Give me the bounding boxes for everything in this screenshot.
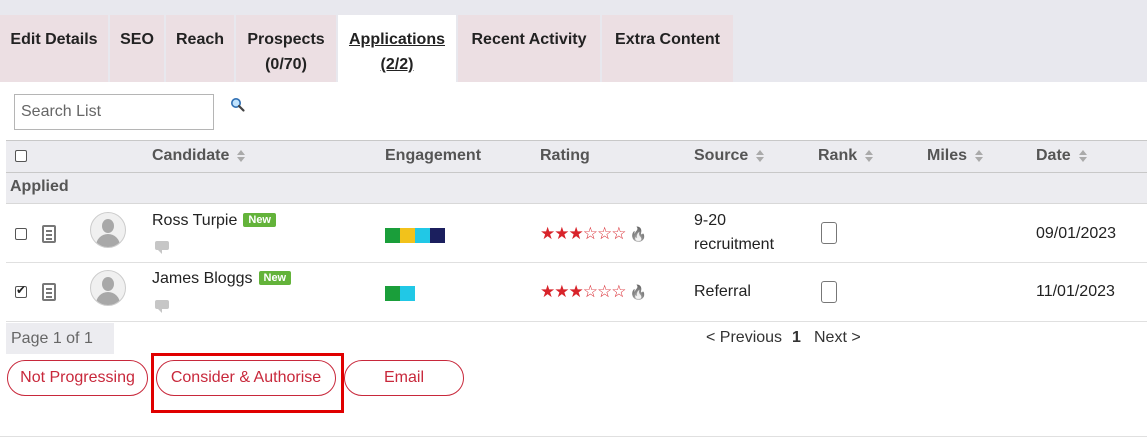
- column-label: Rating: [540, 147, 590, 164]
- tab-extra-content[interactable]: Extra Content: [602, 15, 733, 82]
- tab-recent-activity[interactable]: Recent Activity: [458, 15, 600, 82]
- table-row[interactable]: James BloggsNew ★★★☆☆☆🔥 Referral 11/01/2…: [6, 263, 1147, 322]
- tab-label: Edit Details: [10, 31, 98, 48]
- page-info: Page 1 of 1: [6, 323, 114, 354]
- column-label: Miles: [927, 147, 968, 164]
- tab-count: (0/70): [265, 56, 307, 73]
- previous-page-link[interactable]: < Previous: [706, 329, 782, 347]
- comment-icon[interactable]: [155, 241, 169, 254]
- column-date[interactable]: Date: [1036, 147, 1087, 165]
- row-checkbox[interactable]: [15, 283, 27, 298]
- table-row[interactable]: Ross Turpie New ★★★☆☆☆ 🔥 9-20 recruitment …: [6, 204, 1147, 263]
- tab-label: Extra Content: [615, 31, 720, 48]
- star-empty-icon[interactable]: ☆: [583, 224, 598, 243]
- engagement-block: [415, 228, 430, 243]
- tab-label: Applications: [348, 31, 445, 48]
- avatar: [90, 212, 126, 248]
- rank-input[interactable]: [821, 222, 837, 244]
- star-filled-icon[interactable]: ★: [569, 224, 584, 243]
- star-empty-icon[interactable]: ☆: [597, 224, 612, 243]
- candidate-name-text: James Bloggs: [152, 270, 253, 287]
- group-label: Applied: [10, 178, 69, 195]
- candidate-name[interactable]: James Bloggs New: [152, 270, 292, 288]
- table-header: Candidate Engagement Rating Source Rank …: [6, 140, 1147, 173]
- sort-icon: [237, 149, 246, 162]
- tab-label: SEO: [120, 31, 154, 48]
- column-source[interactable]: Source: [694, 147, 765, 165]
- sort-icon: [756, 149, 765, 162]
- column-label: Source: [694, 147, 749, 164]
- tab-label: Recent Activity: [471, 31, 587, 48]
- new-badge: New: [243, 213, 276, 227]
- star-empty-icon[interactable]: ☆: [597, 282, 612, 301]
- tab-count: (2/2): [380, 56, 414, 73]
- select-all-checkbox[interactable]: [15, 150, 27, 162]
- column-rating: Rating: [540, 147, 590, 165]
- search-icon[interactable]: [230, 97, 246, 113]
- flame-icon[interactable]: 🔥: [630, 226, 647, 242]
- rank-input[interactable]: [821, 281, 837, 303]
- engagement-block: [385, 228, 400, 243]
- tab-applications[interactable]: Applications (2/2): [338, 15, 456, 82]
- date-text: 11/01/2023: [1036, 283, 1115, 300]
- column-miles[interactable]: Miles: [927, 147, 984, 165]
- engagement-block: [430, 228, 445, 243]
- engagement-block: [385, 286, 400, 301]
- divider: [0, 436, 1147, 437]
- comment-icon[interactable]: [155, 300, 169, 313]
- date-text: 09/01/2023: [1036, 225, 1117, 242]
- highlight-box: [151, 353, 344, 413]
- engagement-indicator: [385, 286, 415, 301]
- flame-icon[interactable]: 🔥: [630, 284, 647, 300]
- document-icon[interactable]: [42, 225, 56, 243]
- column-candidate[interactable]: Candidate: [152, 147, 246, 165]
- tab-reach[interactable]: Reach: [166, 15, 234, 82]
- tab-bar: Edit Details SEO Reach Prospects (0/70) A…: [0, 0, 1147, 82]
- sort-icon: [865, 149, 874, 162]
- candidate-name-text: Ross Turpie: [152, 212, 238, 229]
- star-filled-icon[interactable]: ★: [540, 282, 555, 301]
- tab-seo[interactable]: SEO: [110, 15, 164, 82]
- source-text: 9-20 recruitment: [694, 212, 775, 253]
- candidate-name[interactable]: Ross Turpie New: [152, 212, 276, 230]
- tab-label: Prospects: [247, 31, 325, 48]
- row-checkbox[interactable]: [15, 228, 27, 240]
- source-text: Referral: [694, 283, 751, 300]
- star-filled-icon[interactable]: ★: [554, 282, 569, 301]
- column-label: Rank: [818, 147, 858, 164]
- next-page-link[interactable]: Next >: [814, 329, 861, 347]
- document-icon[interactable]: [42, 283, 56, 301]
- sort-icon: [1078, 149, 1087, 162]
- star-empty-icon[interactable]: ☆: [583, 282, 598, 301]
- column-rank[interactable]: Rank: [818, 147, 874, 165]
- star-empty-icon[interactable]: ☆: [611, 224, 626, 243]
- column-label: Candidate: [152, 147, 230, 164]
- rating-stars[interactable]: ★★★☆☆☆ 🔥: [540, 282, 647, 302]
- engagement-indicator: [385, 228, 445, 243]
- avatar: [90, 270, 126, 306]
- tab-edit-details[interactable]: Edit Details: [0, 15, 108, 82]
- not-progressing-button[interactable]: Not Progressing: [7, 360, 148, 396]
- new-badge: New: [258, 271, 292, 285]
- engagement-block: [400, 228, 415, 243]
- star-empty-icon[interactable]: ☆: [611, 282, 626, 301]
- tab-prospects[interactable]: Prospects (0/70): [236, 15, 336, 82]
- sort-icon: [975, 149, 984, 162]
- group-header: Applied: [6, 173, 1147, 204]
- column-label: Date: [1036, 147, 1071, 164]
- search-input[interactable]: [14, 94, 214, 130]
- column-label: Engagement: [385, 147, 482, 164]
- email-button[interactable]: Email: [344, 360, 464, 396]
- tab-label: Reach: [175, 31, 225, 48]
- column-engagement: Engagement: [385, 147, 481, 165]
- star-filled-icon[interactable]: ★: [569, 282, 584, 301]
- current-page: 1: [792, 329, 801, 346]
- star-filled-icon[interactable]: ★: [540, 224, 555, 243]
- engagement-block: [400, 286, 415, 301]
- rating-stars[interactable]: ★★★☆☆☆ 🔥: [540, 224, 647, 244]
- star-filled-icon[interactable]: ★: [554, 224, 569, 243]
